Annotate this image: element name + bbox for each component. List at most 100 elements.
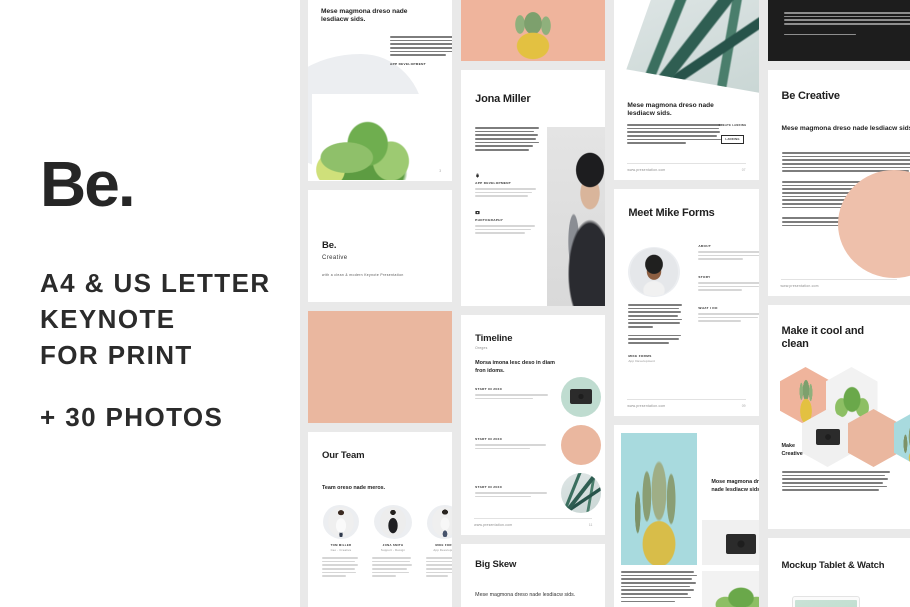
- camera-icon: [815, 429, 840, 445]
- tablet-mockup: [791, 596, 860, 607]
- slide-meet-mike[interactable]: Meet Mike Forms MIKE FORMS App Developme…: [614, 189, 759, 416]
- slide-heading: Mese magmona dreso nade lesdiacw sids.: [627, 102, 714, 118]
- timeline-label: START IN 20XX: [475, 387, 503, 391]
- member-role: Ceo - Creative: [330, 548, 352, 552]
- hexagon-cluster: [778, 367, 910, 477]
- slide-pineapple-peach[interactable]: [461, 0, 606, 61]
- photo-portrait-jona: [547, 127, 606, 306]
- timeline-label: START IN 20XX: [475, 437, 503, 441]
- profile-bio-2: [628, 334, 682, 344]
- slide-big-skew[interactable]: Big Skew Mese magmona dreso nade lesdiac…: [461, 544, 606, 607]
- team-member[interactable]: TOM MILLER Ceo - Creative: [322, 505, 360, 578]
- slide-our-team[interactable]: Our Team Team oreso nade meros. TOM MILL…: [308, 432, 453, 607]
- member-name: TOM MILLER: [330, 543, 352, 547]
- skill-block: PHOTOGRAPHY: [475, 210, 537, 234]
- team-member[interactable]: MIKE FORMS App Development: [426, 505, 453, 578]
- hex-pineapple-blue: [893, 409, 910, 467]
- skew-title: Big Skew: [475, 559, 517, 570]
- info-section: STORY: [698, 275, 759, 291]
- hero-line-1: A4 & US LETTER: [40, 268, 271, 298]
- avatar: [380, 507, 406, 537]
- footer-url: www.presentation.com: [780, 284, 819, 288]
- cover-title: Be.: [322, 240, 337, 251]
- slide-dark-quote[interactable]: [767, 0, 910, 61]
- camera-icon: [726, 534, 757, 554]
- skill-label: APP DEVELOPMENT: [475, 181, 512, 185]
- slide-make-it-cool[interactable]: Make it cool and clean Make Creative: [767, 305, 910, 529]
- timeline-title: Timeline: [475, 333, 513, 344]
- skill-copy: [475, 225, 537, 234]
- slide-agave-text[interactable]: Mese magmona dreso nade lesdiacw sids. C…: [614, 0, 759, 180]
- photo-succulent-small: [702, 571, 759, 607]
- profile-title: Meet Mike Forms: [628, 207, 715, 219]
- slide-timeline[interactable]: Timeline Oreges Morsa imona lesc deso in…: [461, 315, 606, 535]
- slide-footer: www.presentation.com 07: [627, 163, 746, 172]
- member-role: Support - Design: [380, 548, 406, 552]
- app-icon: [475, 173, 480, 178]
- brand-logo: Be.: [40, 148, 136, 220]
- slide-be-creative-text[interactable]: Be Creative Mese magmona dreso nade lesd…: [767, 70, 910, 296]
- footer-url: www.presentation.com: [474, 523, 513, 527]
- profile-bio: [475, 127, 540, 151]
- timeline-copy: [475, 492, 549, 498]
- page-number: 07: [741, 168, 746, 172]
- signature-role: App Development: [628, 358, 656, 363]
- caption-line-1: Make: [781, 443, 796, 449]
- slide-footer: www.presentation.com 09: [627, 399, 746, 408]
- quote-footer: [783, 33, 910, 36]
- avatar: [630, 248, 679, 296]
- slide-palm-photo[interactable]: [308, 311, 453, 423]
- skill-copy: [475, 188, 537, 197]
- member-role: App Development: [433, 548, 452, 552]
- timeline-thumb: [561, 425, 602, 465]
- photo-icon: [475, 210, 480, 215]
- timeline-thumb: [561, 473, 602, 513]
- team-member[interactable]: JONA SMITH Support - Design: [372, 505, 414, 578]
- member-bio: [372, 557, 414, 578]
- skill-label: PHOTOGRAPHY: [475, 218, 504, 222]
- section-label: STORY: [698, 275, 711, 279]
- quote-copy: [783, 12, 910, 25]
- profile-bio: [628, 304, 683, 328]
- member-name: MIKE FORMS: [435, 543, 452, 547]
- avatar: [432, 507, 453, 537]
- badge-landing[interactable]: LANDING: [721, 135, 744, 144]
- timeline-kicker: Oreges: [475, 346, 488, 350]
- body-copy: [621, 571, 698, 603]
- slide-footer: www.presentation.com 11: [474, 518, 593, 527]
- slide-mockup[interactable]: Mockup Tablet & Watch: [767, 538, 910, 607]
- page-number: 3: [439, 169, 442, 173]
- timeline-entry[interactable]: START IN 20XX: [475, 485, 549, 498]
- slide-jona-miller[interactable]: Jona Miller APP DEVELOPMENT PHOTOGRAPHY: [461, 70, 606, 306]
- avatar: [328, 507, 354, 537]
- profile-name: Jona Miller: [475, 93, 531, 105]
- section-copy: [698, 313, 759, 322]
- slide-succulent-intro[interactable]: Mese magmona dreso nade lesdiacw sids. A…: [308, 0, 453, 181]
- slide-heading: Mese magmona dreso nade lesdiacw sids.: [321, 8, 408, 24]
- photo-agave: [626, 0, 759, 94]
- gallery-column-3: Mese magmona dreso nade lesdiacw sids. C…: [614, 0, 759, 607]
- member-bio: [426, 557, 453, 578]
- slide-be-creative-cover[interactable]: Be. Creative with a clean & modern Keyno…: [308, 190, 453, 302]
- body-copy: [781, 471, 890, 492]
- timeline-entry[interactable]: START IN 20XX: [475, 387, 549, 400]
- photo-pineapple-blue: [621, 433, 698, 565]
- tag-app-development: APP DEVELOPMENT: [390, 62, 426, 67]
- timeline-entry[interactable]: START IN 20XX: [475, 437, 549, 450]
- hero-panel: Be. A4 & US LETTER KEYNOTE FOR PRINT + 3…: [0, 0, 300, 607]
- timeline-copy: [475, 394, 549, 400]
- footer-url: www.presentation.com: [627, 404, 666, 408]
- slide-pineapple-grid[interactable]: Mose magmona dreso nade lesdiacw sids.: [614, 425, 759, 607]
- section-label: WHAT I DO: [698, 306, 718, 310]
- skill-block: APP DEVELOPMENT: [475, 173, 537, 197]
- timeline-heading: Morsa imona lesc deso in diam fron idoms…: [475, 360, 555, 374]
- screenshot-root: Be. A4 & US LETTER KEYNOTE FOR PRINT + 3…: [0, 0, 910, 607]
- hero-line-4: + 30 PHOTOS: [40, 401, 224, 432]
- photo-palm-leaf: [308, 311, 453, 423]
- section-label: ABOUT: [698, 244, 712, 248]
- camera-icon: [570, 389, 593, 404]
- grid-copy-block: [621, 571, 698, 603]
- page-number: 11: [588, 523, 593, 527]
- member-name: JONA SMITH: [382, 543, 404, 547]
- photo-camera: [702, 520, 759, 565]
